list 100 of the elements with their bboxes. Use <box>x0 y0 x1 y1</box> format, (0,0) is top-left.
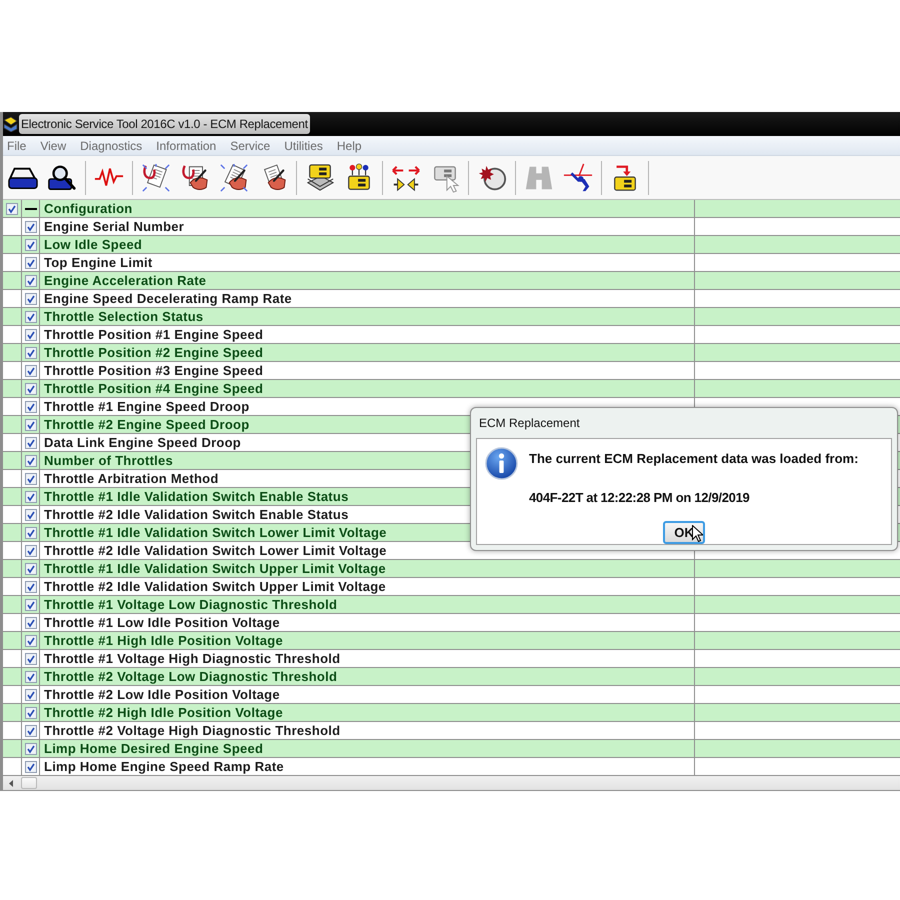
parameter-name: Limp Home Desired Engine Speed <box>44 742 264 755</box>
table-row[interactable]: Throttle Position #4 Engine Speed <box>3 380 900 398</box>
checkbox[interactable] <box>24 544 36 556</box>
checkbox[interactable] <box>24 238 36 250</box>
checkbox[interactable] <box>24 292 36 304</box>
parameter-name: Engine Acceleration Rate <box>44 274 206 287</box>
table-row[interactable]: Top Engine Limit <box>3 254 900 272</box>
parameter-name: Data Link Engine Speed Droop <box>44 436 241 449</box>
parameter-name: Throttle #2 Idle Validation Switch Enable Status <box>44 508 349 521</box>
checkbox[interactable] <box>24 454 36 466</box>
menu-item[interactable]: File <box>7 140 26 152</box>
checkbox[interactable] <box>24 364 36 376</box>
checkbox[interactable] <box>24 418 36 430</box>
checkbox[interactable] <box>24 382 36 394</box>
window-title: Electronic Service Tool 2016C v1.0 - ECM Replacement <box>19 114 310 134</box>
table-row[interactable]: Engine Serial Number <box>3 218 900 236</box>
table-row[interactable]: Throttle #2 Idle Validation Switch Upper Limit Voltage <box>3 578 900 596</box>
table-row[interactable]: Throttle Position #1 Engine Speed <box>3 326 900 344</box>
checkbox[interactable] <box>24 634 36 646</box>
parameter-name: Throttle Position #3 Engine Speed <box>44 364 264 377</box>
table-row[interactable]: Limp Home Engine Speed Ramp Rate <box>3 758 900 776</box>
parameter-name: Throttle #2 Idle Validation Switch Lower Limit Voltage <box>44 544 387 557</box>
table-row[interactable]: Throttle #2 Voltage High Diagnostic Threshold <box>3 722 900 740</box>
checkbox[interactable] <box>24 526 36 538</box>
parameter-name: Throttle #2 High Idle Position Voltage <box>44 706 283 719</box>
menu-item[interactable]: Information <box>156 140 216 152</box>
menu-item[interactable]: View <box>40 140 66 152</box>
checkbox[interactable] <box>24 310 36 322</box>
table-row[interactable]: Engine Speed Decelerating Ramp Rate <box>3 290 900 308</box>
table-row[interactable]: Configuration <box>3 200 900 218</box>
table-row[interactable]: Throttle #1 Idle Validation Switch Upper Limit Voltage <box>3 560 900 578</box>
parameter-name: Engine Serial Number <box>44 220 184 233</box>
module-stack-icon[interactable] <box>304 162 334 192</box>
dialog-message: The current ECM Replacement data was loaded from: <box>529 450 858 468</box>
table-row[interactable]: Throttle #1 High Idle Position Voltage <box>3 632 900 650</box>
parameter-name: Throttle #1 Voltage High Diagnostic Threshold <box>44 652 340 665</box>
checkbox[interactable] <box>24 400 36 412</box>
checkbox[interactable] <box>24 706 36 718</box>
checkbox[interactable] <box>24 436 36 448</box>
dialog-title: ECM Replacement <box>479 415 580 432</box>
stethoscope-document-icon[interactable] <box>140 162 170 192</box>
checkbox[interactable] <box>24 670 36 682</box>
table-row[interactable]: Engine Acceleration Rate <box>3 272 900 290</box>
dialog-detail: 404F-22T at 12:22:28 PM on 12/9/2019 <box>529 488 750 506</box>
table-row[interactable]: Throttle Selection Status <box>3 308 900 326</box>
checkbox[interactable] <box>24 724 36 736</box>
menu-item[interactable]: Utilities <box>284 140 323 152</box>
menu-item[interactable]: Diagnostics <box>80 140 142 152</box>
magnifier-box-icon[interactable] <box>46 162 76 192</box>
checkbox[interactable] <box>24 580 36 592</box>
parameter-name: Throttle #1 Idle Validation Switch Upper Limit Voltage <box>44 562 386 575</box>
checkbox[interactable] <box>24 472 36 484</box>
table-row[interactable]: Low Idle Speed <box>3 236 900 254</box>
parameter-name: Throttle #2 Low Idle Position Voltage <box>44 688 280 701</box>
checkbox[interactable] <box>24 742 36 754</box>
table-row[interactable]: Throttle Position #3 Engine Speed <box>3 362 900 380</box>
parameter-name: Number of Throttles <box>44 454 173 467</box>
parameter-name: Throttle #2 Voltage Low Diagnostic Threshold <box>44 670 338 683</box>
table-row[interactable]: Throttle #2 High Idle Position Voltage <box>3 704 900 722</box>
checkbox[interactable] <box>24 562 36 574</box>
checkbox[interactable] <box>24 652 36 664</box>
parameter-name: Throttle #2 Engine Speed Droop <box>44 418 250 431</box>
parameter-name: Limp Home Engine Speed Ramp Rate <box>44 760 284 773</box>
checkbox[interactable] <box>24 508 36 520</box>
parameter-name: Throttle Position #2 Engine Speed <box>44 346 264 359</box>
parameter-name: Low Idle Speed <box>44 238 142 251</box>
parameter-name: Throttle #2 Voltage High Diagnostic Threshold <box>44 724 340 737</box>
checkbox[interactable] <box>24 688 36 700</box>
checkbox[interactable] <box>24 598 36 610</box>
parameter-name: Throttle #1 Voltage Low Diagnostic Threshold <box>44 598 338 611</box>
scrollbar-thumb[interactable] <box>21 777 37 789</box>
parameter-name: Throttle #1 Idle Validation Switch Lower Limit Voltage <box>44 526 387 539</box>
info-icon <box>485 447 518 480</box>
checkbox[interactable] <box>24 274 36 286</box>
table-row[interactable]: Limp Home Desired Engine Speed <box>3 740 900 758</box>
table-row[interactable]: Throttle Position #2 Engine Speed <box>3 344 900 362</box>
table-row[interactable]: Throttle #1 Voltage Low Diagnostic Threshold <box>3 596 900 614</box>
hand-document-icon[interactable] <box>218 162 248 192</box>
checkbox[interactable] <box>24 256 36 268</box>
checkbox[interactable] <box>24 760 36 772</box>
figure-icon[interactable] <box>562 162 592 192</box>
menu-item[interactable]: Service <box>230 140 270 152</box>
table-row[interactable]: Throttle #1 Low Idle Position Voltage <box>3 614 900 632</box>
scroll-left-icon[interactable] <box>9 780 13 786</box>
table-row[interactable]: Throttle #1 Voltage High Diagnostic Threshold <box>3 650 900 668</box>
table-row[interactable]: Throttle #2 Low Idle Position Voltage <box>3 686 900 704</box>
checkbox[interactable] <box>24 490 36 502</box>
checkbox[interactable] <box>6 202 18 214</box>
menu-item[interactable]: Help <box>336 140 362 152</box>
checkbox[interactable] <box>24 328 36 340</box>
parameter-name: Throttle #1 Low Idle Position Voltage <box>44 616 280 629</box>
table-row[interactable]: Throttle #2 Voltage Low Diagnostic Threshold <box>3 668 900 686</box>
app-icon <box>3 116 18 132</box>
checkbox[interactable] <box>24 220 36 232</box>
parameter-name: Throttle Arbitration Method <box>44 472 219 485</box>
checkbox[interactable] <box>24 346 36 358</box>
checkbox[interactable] <box>24 616 36 628</box>
hand-writing-icon[interactable] <box>180 162 210 192</box>
parameter-name: Throttle Position #1 Engine Speed <box>44 328 264 341</box>
horizontal-scrollbar[interactable] <box>3 776 900 790</box>
